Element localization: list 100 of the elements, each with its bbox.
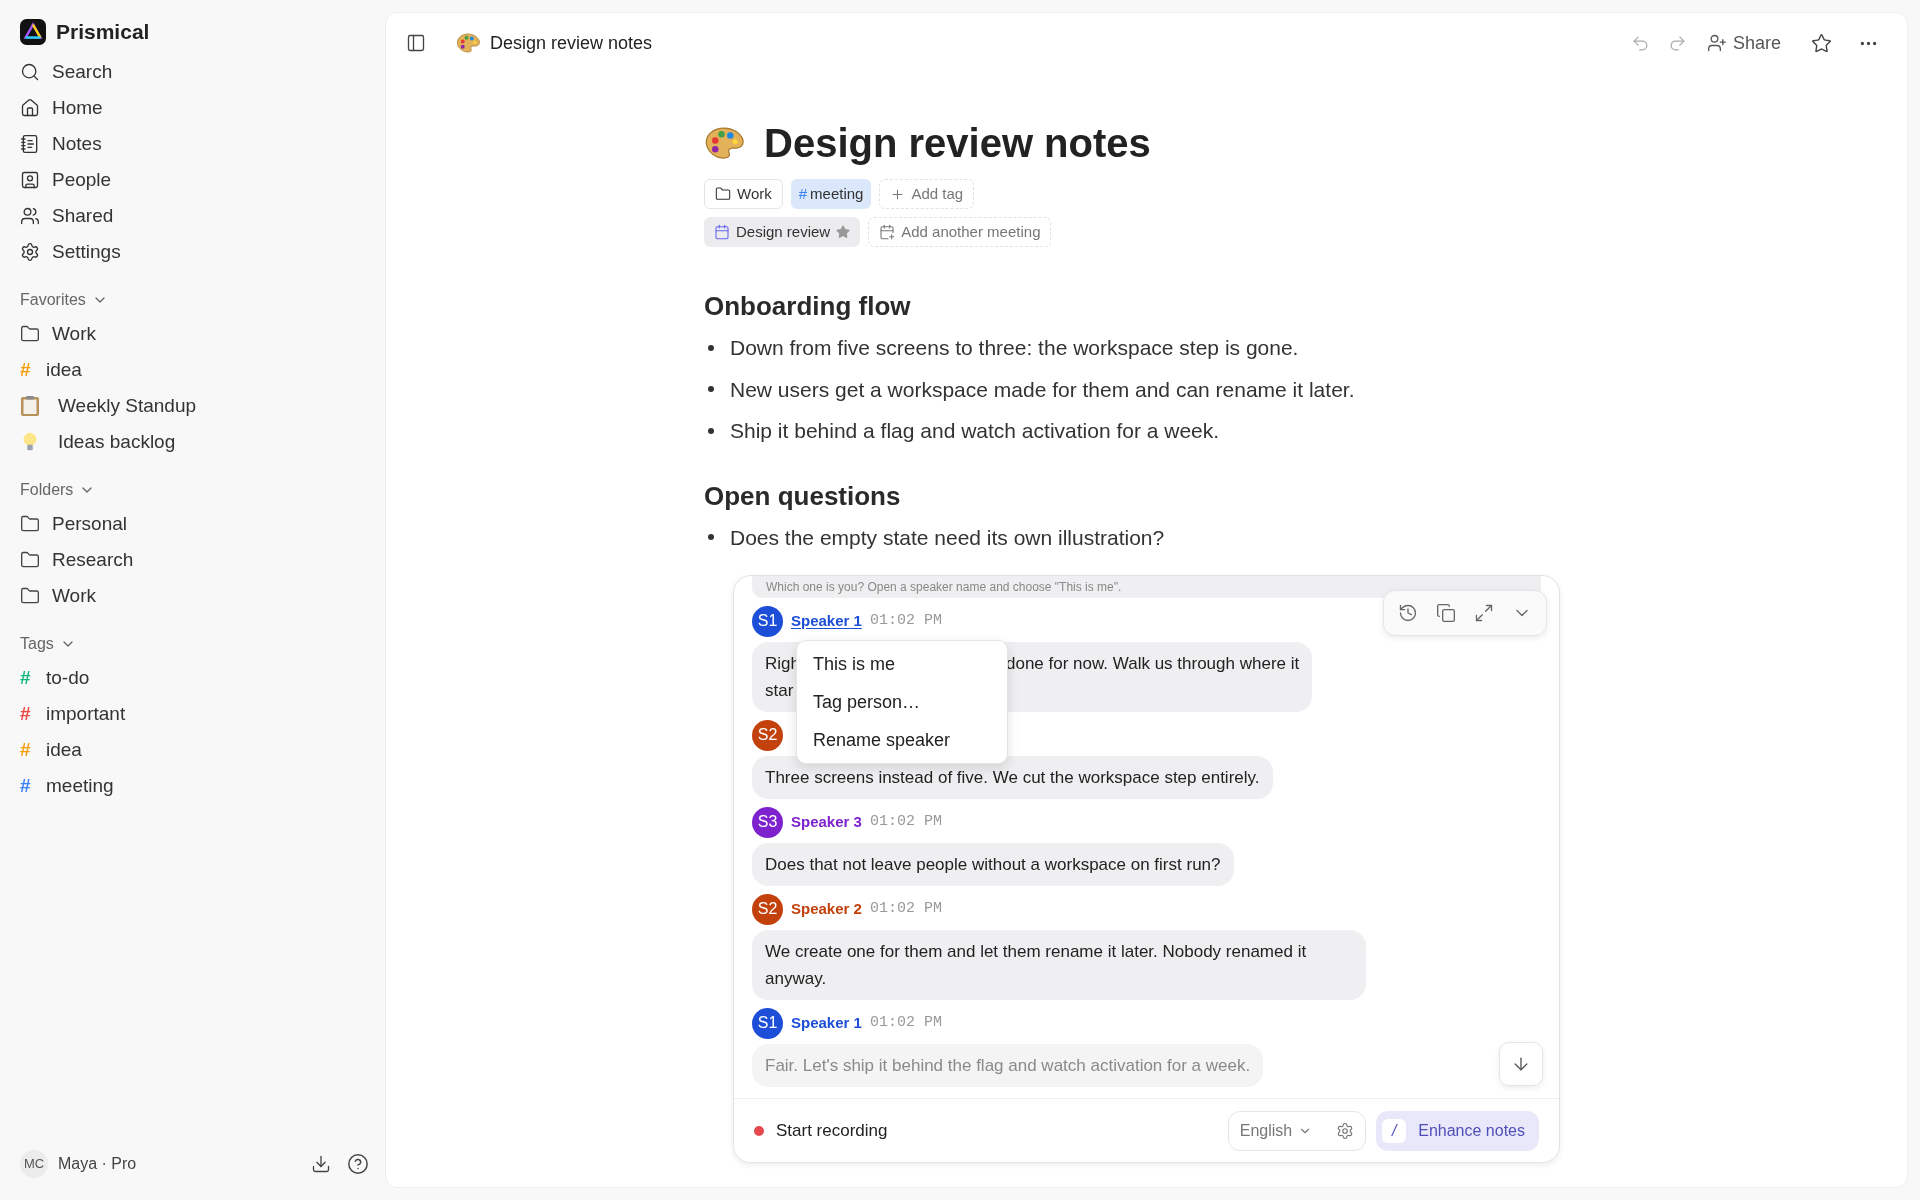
- hash-icon: #: [798, 182, 808, 206]
- section-heading: Open questions: [704, 479, 902, 513]
- bullet-icon: [708, 344, 714, 351]
- sidebar-item[interactable]: Weekly Standup: [20, 388, 369, 424]
- speaker-name[interactable]: Speaker 3: [791, 810, 862, 834]
- speaker-name[interactable]: Speaker 1: [791, 609, 862, 633]
- download-icon[interactable]: [311, 1154, 331, 1174]
- bullet-text: New users get a workspace made for them and can rename it later.: [730, 376, 1355, 403]
- chip-label: meeting: [810, 183, 864, 204]
- speaker-avatar: S3: [752, 806, 783, 838]
- folder-icon: [20, 586, 40, 606]
- star-icon[interactable]: [836, 225, 851, 239]
- calendar-icon: [714, 224, 730, 240]
- speaker-name[interactable]: Speaker 2: [791, 897, 862, 921]
- message-text: star: [765, 680, 794, 702]
- speaker-avatar: S1: [752, 1007, 783, 1039]
- expand-icon[interactable]: [1474, 603, 1494, 623]
- hint-banner: Which one is you? Open a speaker name and choose "This is me".: [752, 576, 1541, 598]
- section-header[interactable]: Tags: [20, 628, 369, 660]
- message-time: 01:02 PM: [869, 1012, 942, 1033]
- section-title: Folders: [20, 480, 74, 500]
- user-name: Maya · Pro: [58, 1154, 137, 1174]
- item-label: Home: [52, 95, 103, 120]
- sidebar-item[interactable]: # to-do: [20, 660, 369, 696]
- language-selector[interactable]: English: [1227, 1110, 1367, 1151]
- sidebar-item[interactable]: # idea: [20, 352, 369, 388]
- palette-icon: [704, 125, 744, 161]
- message-text: We create one for them and let them rename it later. Nobody renamed it anyway.: [765, 941, 1308, 990]
- sidebar-item[interactable]: Work: [20, 316, 369, 352]
- item-label: Personal: [52, 511, 127, 536]
- hash-icon: #: [20, 771, 34, 801]
- sidebar-item[interactable]: Research: [20, 542, 369, 578]
- enhance-notes-button[interactable]: / Enhance notes: [1376, 1110, 1539, 1151]
- item-label: Notes: [52, 131, 102, 156]
- message-text: Three screens instead of five. We cut the workspace step entirely.: [765, 767, 1260, 789]
- item-label: People: [52, 167, 112, 192]
- sidebar-item[interactable]: Settings: [20, 234, 369, 270]
- speaker-name[interactable]: Speaker 1: [791, 1011, 862, 1035]
- message-time: 01:02 PM: [869, 811, 942, 832]
- tag-chip[interactable]: # meeting: [790, 179, 872, 209]
- user-avatar: MC: [20, 1150, 48, 1178]
- sidebar-toggle-icon[interactable]: [406, 33, 426, 53]
- item-label: idea: [46, 357, 82, 382]
- sidebar-item[interactable]: Home: [20, 90, 369, 126]
- share-label: Share: [1732, 31, 1781, 55]
- record-button[interactable]: Start recording: [776, 1117, 888, 1144]
- search-icon: [20, 62, 40, 82]
- sidebar-item[interactable]: # important: [20, 696, 369, 732]
- sidebar-item[interactable]: Shared: [20, 198, 369, 234]
- item-label: Work: [52, 321, 96, 346]
- section-header[interactable]: Favorites: [20, 284, 369, 316]
- calendar-plus-icon: [879, 224, 896, 240]
- sidebar-item[interactable]: Work: [20, 578, 369, 614]
- item-label: to-do: [46, 665, 90, 690]
- star-icon[interactable]: [1811, 32, 1832, 54]
- plus-icon: [890, 186, 906, 202]
- event-chip[interactable]: Design review: [704, 217, 861, 247]
- sidebar-item[interactable]: Search: [20, 54, 369, 90]
- language-label: English: [1239, 1120, 1293, 1141]
- speaker-avatar: S2: [752, 893, 783, 925]
- item-label: Work: [52, 583, 96, 608]
- section-header[interactable]: Folders: [20, 474, 369, 506]
- folder-icon: [20, 550, 40, 570]
- message-text: Does that not leave people without a workspace on first run?: [765, 854, 1221, 876]
- bullet-text: Ship it behind a flag and watch activation for a week.: [730, 418, 1220, 444]
- menu-item[interactable]: Tag person…: [797, 683, 1007, 721]
- document-title: Design review notes: [764, 120, 1151, 167]
- history-icon[interactable]: [1398, 603, 1418, 623]
- home-icon: [20, 98, 40, 118]
- hash-icon: #: [20, 663, 34, 693]
- palette-icon: [456, 32, 480, 54]
- chip-label: Add tag: [911, 183, 964, 204]
- sidebar-item[interactable]: People: [20, 162, 369, 198]
- sidebar-item[interactable]: Personal: [20, 506, 369, 542]
- add-button[interactable]: Add another meeting: [868, 217, 1052, 247]
- speaker-avatar: S1: [752, 605, 783, 637]
- settings-icon[interactable]: [1336, 1121, 1355, 1140]
- folder-chip[interactable]: Work: [704, 179, 783, 209]
- section-title: Tags: [20, 634, 54, 654]
- section-heading: Onboarding flow: [704, 290, 912, 323]
- bullet-icon: [708, 427, 714, 434]
- sidebar-item[interactable]: # idea: [20, 732, 369, 768]
- item-label: important: [46, 701, 126, 726]
- help-icon[interactable]: [347, 1153, 369, 1175]
- item-label: idea: [46, 737, 82, 762]
- sidebar-item[interactable]: Notes: [20, 126, 369, 162]
- message-time: 01:02 PM: [869, 610, 942, 631]
- item-label: Shared: [52, 203, 114, 228]
- bullet-text: Does the empty state need its own illustration?: [730, 524, 1165, 551]
- share-button[interactable]: Share: [1706, 29, 1781, 57]
- sidebar-item[interactable]: Ideas backlog: [20, 424, 369, 460]
- chip-label: Work: [737, 183, 772, 204]
- add-button[interactable]: Add tag: [879, 179, 975, 209]
- message-time: 01:02 PM: [869, 898, 942, 919]
- scroll-down-button[interactable]: [1499, 1042, 1543, 1086]
- speaker-avatar: S2: [752, 719, 783, 751]
- copy-icon[interactable]: [1436, 603, 1456, 623]
- menu-item[interactable]: Rename speaker: [797, 721, 1007, 759]
- menu-item[interactable]: This is me: [797, 645, 1007, 683]
- sidebar-item[interactable]: # meeting: [20, 768, 369, 804]
